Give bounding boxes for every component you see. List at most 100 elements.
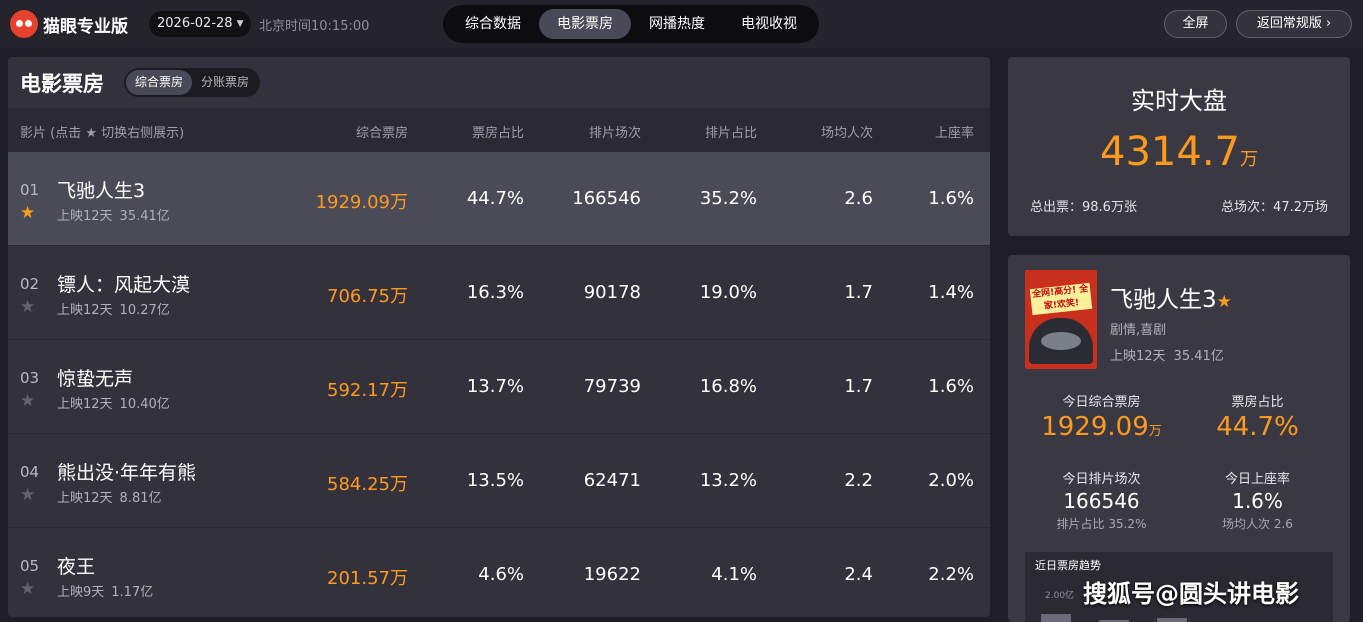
film-release-info: 上映12天 10.40亿 xyxy=(57,393,170,412)
shows-value: 62471 xyxy=(583,470,641,491)
bo-share-value: 44.7% xyxy=(466,188,524,209)
box-office-value: 1929.09万 xyxy=(315,192,408,213)
chevron-down-icon: ▼ xyxy=(236,19,244,29)
cat-eye-logo-icon xyxy=(10,10,38,38)
trend-bar xyxy=(1041,614,1071,622)
trend-title: 近日票房趋势 xyxy=(1035,559,1101,572)
total-shows: 总场次：47.2万场 xyxy=(1221,200,1328,215)
box-office-panel: 电影票房 综合票房 分账票房 影片 (点击 ★ 切换右侧展示) 综合票房 票房占… xyxy=(8,57,990,617)
back-to-standard-button[interactable]: 返回常规版 › xyxy=(1236,10,1352,38)
chevron-right-icon: › xyxy=(1325,16,1332,31)
watermark: 搜狐号@圆头讲电影 xyxy=(1083,580,1299,608)
film-release-info: 上映12天 10.27亿 xyxy=(57,299,170,318)
detail-genre: 剧情,喜剧 xyxy=(1110,323,1167,338)
col-show-share[interactable]: 排片占比 xyxy=(705,122,757,141)
show-share-value: 16.8% xyxy=(699,376,757,397)
realtime-title: 实时大盘 xyxy=(1131,87,1227,115)
detail-film-name: 飞驰人生3★ xyxy=(1110,280,1232,314)
stat-unit: 万 xyxy=(1148,424,1162,439)
poster-wheel-shape xyxy=(1041,332,1081,350)
film-rank: 04 xyxy=(20,463,40,481)
top-bar: 猫眼专业版 2026-02-28 ▼ 北京时间10:15:00 综合数据 电影票… xyxy=(0,0,1363,48)
film-name: 飞驰人生3 xyxy=(57,180,146,202)
stat-label: 今日综合票房 xyxy=(1062,395,1141,410)
col-film: 影片 (点击 ★ 切换右侧展示) xyxy=(20,126,185,141)
beijing-time: 北京时间10:15:00 xyxy=(259,19,370,34)
col-bo-share[interactable]: 票房占比 xyxy=(472,122,524,141)
col-avg-people[interactable]: 场均人次 xyxy=(821,122,873,141)
avg-people-value: 1.7 xyxy=(844,376,873,397)
panel-header: 电影票房 综合票房 分账票房 xyxy=(8,57,990,108)
shows-value: 166546 xyxy=(572,188,641,209)
segment-total-box-office[interactable]: 综合票房 xyxy=(126,70,193,95)
bo-share-value: 13.7% xyxy=(466,376,524,397)
stat-today-box-office: 今日综合票房 1929.09万 xyxy=(1024,391,1179,442)
star-icon[interactable]: ★ xyxy=(20,391,35,411)
tab-movie-box-office[interactable]: 电影票房 xyxy=(539,9,631,39)
film-poster: 全网!高分! 全家!欢笑! xyxy=(1025,270,1097,369)
trend-bar xyxy=(1157,618,1187,622)
star-icon[interactable]: ★ xyxy=(20,485,35,505)
detail-days: 上映12天 xyxy=(1110,349,1166,364)
stat-label: 票房占比 xyxy=(1231,395,1284,410)
star-icon[interactable]: ★ xyxy=(20,203,35,223)
app-logo[interactable]: 猫眼专业版 xyxy=(10,10,128,38)
realtime-unit: 万 xyxy=(1239,149,1258,170)
table-row[interactable]: 01 ★ 飞驰人生3 上映12天 35.41亿 1929.09万 44.7% 16… xyxy=(8,152,990,246)
star-icon[interactable]: ★ xyxy=(20,297,35,317)
avg-people-value: 2.4 xyxy=(844,564,873,585)
table-body: 01 ★ 飞驰人生3 上映12天 35.41亿 1929.09万 44.7% 16… xyxy=(8,152,990,617)
occupancy-value: 1.6% xyxy=(928,376,974,397)
occupancy-value: 2.2% xyxy=(928,564,974,585)
release-days: 上映12天 xyxy=(57,209,113,224)
avg-people-value: 1.7 xyxy=(844,282,873,303)
stat-label: 今日上座率 xyxy=(1224,472,1290,487)
fullscreen-button[interactable]: 全屏 xyxy=(1164,10,1227,38)
table-row[interactable]: 04 ★ 熊出没·年年有熊 上映12天 8.81亿 584.25万 13.5% 6… xyxy=(8,434,990,528)
tab-web-streaming[interactable]: 网播热度 xyxy=(631,9,723,39)
stat-today-occupancy: 今日上座率 1.6% 场均人次 2.6 xyxy=(1180,468,1335,532)
col-box-office[interactable]: 综合票房 xyxy=(356,122,408,141)
show-share-value: 35.2% xyxy=(699,188,757,209)
stat-value: 1929.09万 xyxy=(1024,412,1179,442)
shows-value: 90178 xyxy=(583,282,641,303)
stat-value: 44.7% xyxy=(1216,412,1299,442)
box-office-value: 584.25万 xyxy=(327,474,408,495)
detail-total: 35.41亿 xyxy=(1173,349,1224,364)
stat-sub: 排片占比 35.2% xyxy=(1056,517,1147,531)
realtime-total-card: 实时大盘 4314.7万 总出票：98.6万张 总场次：47.2万场 xyxy=(1008,57,1350,236)
stat-value: 166546 xyxy=(1063,489,1140,513)
date-value: 2026-02-28 xyxy=(157,16,233,31)
shows-value: 19622 xyxy=(583,564,641,585)
stat-value: 1.6% xyxy=(1232,489,1283,513)
realtime-value: 4314.7万 xyxy=(1008,129,1350,175)
star-icon[interactable]: ★ xyxy=(20,579,35,599)
stat-bo-share: 票房占比 44.7% xyxy=(1180,391,1335,442)
film-rank: 02 xyxy=(20,275,40,293)
bo-share-value: 4.6% xyxy=(478,564,524,585)
col-occupancy[interactable]: 上座率 xyxy=(935,122,974,141)
main-nav: 综合数据 电影票房 网播热度 电视收视 xyxy=(443,5,819,43)
film-name: 熊出没·年年有熊 xyxy=(57,462,197,484)
segment-split-box-office[interactable]: 分账票房 xyxy=(192,70,258,95)
bo-share-value: 16.3% xyxy=(466,282,524,303)
star-icon[interactable]: ★ xyxy=(1217,292,1232,312)
table-row[interactable]: 02 ★ 镖人：风起大漠 上映12天 10.27亿 706.75万 16.3% 9… xyxy=(8,246,990,340)
col-shows[interactable]: 排片场次 xyxy=(589,122,641,141)
film-rank: 05 xyxy=(20,557,40,575)
stat-today-shows: 今日排片场次 166546 排片占比 35.2% xyxy=(1024,468,1179,532)
stat-label: 今日排片场次 xyxy=(1062,472,1141,487)
film-name: 惊蛰无声 xyxy=(57,368,134,390)
total-tickets: 总出票：98.6万张 xyxy=(1030,200,1137,215)
tab-tv-ratings[interactable]: 电视收视 xyxy=(723,9,815,39)
tab-overall-data[interactable]: 综合数据 xyxy=(447,9,539,39)
date-picker[interactable]: 2026-02-28 ▼ xyxy=(149,11,252,37)
stat-number: 1929.09 xyxy=(1041,412,1149,442)
box-office-value: 201.57万 xyxy=(327,568,408,589)
cumulative-box-office: 8.81亿 xyxy=(119,491,162,506)
box-office-value: 592.17万 xyxy=(327,380,408,401)
cumulative-box-office: 35.41亿 xyxy=(119,209,170,224)
table-row[interactable]: 05 ★ 夜王 上映9天 1.17亿 201.57万 4.6% 19622 4.1… xyxy=(8,528,990,617)
show-share-value: 4.1% xyxy=(711,564,757,585)
table-row[interactable]: 03 ★ 惊蛰无声 上映12天 10.40亿 592.17万 13.7% 7973… xyxy=(8,340,990,434)
